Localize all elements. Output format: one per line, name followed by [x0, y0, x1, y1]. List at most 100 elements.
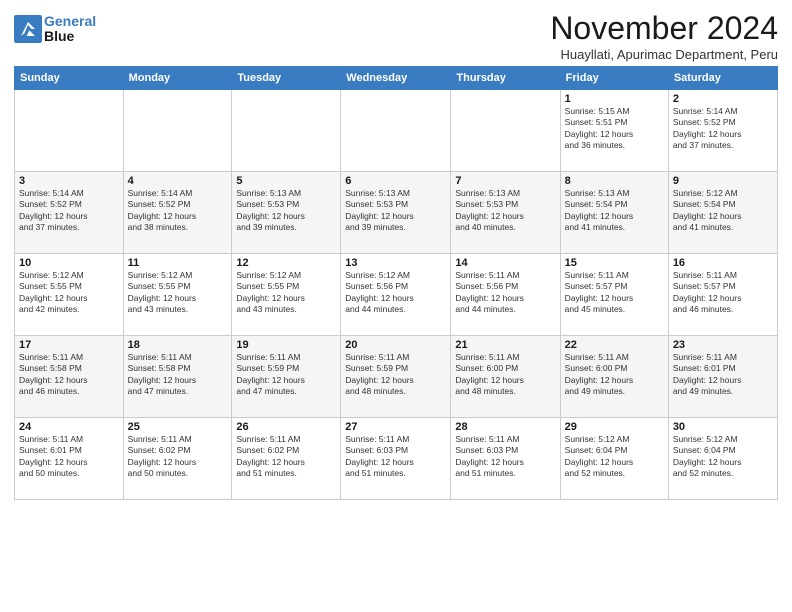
calendar-cell — [341, 90, 451, 172]
day-number: 16 — [673, 257, 773, 269]
calendar-cell: 11Sunrise: 5:12 AM Sunset: 5:55 PM Dayli… — [123, 254, 232, 336]
day-info: Sunrise: 5:13 AM Sunset: 5:53 PM Dayligh… — [236, 188, 336, 234]
calendar-cell: 10Sunrise: 5:12 AM Sunset: 5:55 PM Dayli… — [15, 254, 124, 336]
day-info: Sunrise: 5:11 AM Sunset: 5:58 PM Dayligh… — [19, 352, 119, 398]
day-info: Sunrise: 5:11 AM Sunset: 6:01 PM Dayligh… — [19, 434, 119, 480]
day-info: Sunrise: 5:12 AM Sunset: 6:04 PM Dayligh… — [565, 434, 664, 480]
day-number: 25 — [128, 421, 228, 433]
calendar-cell: 18Sunrise: 5:11 AM Sunset: 5:58 PM Dayli… — [123, 336, 232, 418]
calendar-cell: 28Sunrise: 5:11 AM Sunset: 6:03 PM Dayli… — [451, 418, 560, 500]
calendar-header-monday: Monday — [123, 67, 232, 90]
day-info: Sunrise: 5:11 AM Sunset: 5:59 PM Dayligh… — [236, 352, 336, 398]
day-number: 27 — [345, 421, 446, 433]
day-info: Sunrise: 5:11 AM Sunset: 5:58 PM Dayligh… — [128, 352, 228, 398]
calendar-header-wednesday: Wednesday — [341, 67, 451, 90]
day-number: 2 — [673, 93, 773, 105]
day-info: Sunrise: 5:11 AM Sunset: 5:56 PM Dayligh… — [455, 270, 555, 316]
day-info: Sunrise: 5:11 AM Sunset: 6:03 PM Dayligh… — [455, 434, 555, 480]
calendar-week-row: 3Sunrise: 5:14 AM Sunset: 5:52 PM Daylig… — [15, 172, 778, 254]
day-number: 10 — [19, 257, 119, 269]
day-info: Sunrise: 5:12 AM Sunset: 5:56 PM Dayligh… — [345, 270, 446, 316]
day-number: 23 — [673, 339, 773, 351]
calendar-cell: 3Sunrise: 5:14 AM Sunset: 5:52 PM Daylig… — [15, 172, 124, 254]
calendar-cell: 16Sunrise: 5:11 AM Sunset: 5:57 PM Dayli… — [668, 254, 777, 336]
calendar-cell: 1Sunrise: 5:15 AM Sunset: 5:51 PM Daylig… — [560, 90, 668, 172]
day-number: 21 — [455, 339, 555, 351]
day-number: 17 — [19, 339, 119, 351]
calendar-cell: 12Sunrise: 5:12 AM Sunset: 5:55 PM Dayli… — [232, 254, 341, 336]
day-number: 8 — [565, 175, 664, 187]
day-info: Sunrise: 5:11 AM Sunset: 6:00 PM Dayligh… — [565, 352, 664, 398]
day-number: 11 — [128, 257, 228, 269]
day-number: 3 — [19, 175, 119, 187]
calendar-cell: 24Sunrise: 5:11 AM Sunset: 6:01 PM Dayli… — [15, 418, 124, 500]
calendar-table: SundayMondayTuesdayWednesdayThursdayFrid… — [14, 66, 778, 500]
day-info: Sunrise: 5:14 AM Sunset: 5:52 PM Dayligh… — [673, 106, 773, 152]
calendar-cell — [123, 90, 232, 172]
day-number: 6 — [345, 175, 446, 187]
day-info: Sunrise: 5:14 AM Sunset: 5:52 PM Dayligh… — [19, 188, 119, 234]
day-number: 14 — [455, 257, 555, 269]
calendar-cell: 4Sunrise: 5:14 AM Sunset: 5:52 PM Daylig… — [123, 172, 232, 254]
day-info: Sunrise: 5:14 AM Sunset: 5:52 PM Dayligh… — [128, 188, 228, 234]
day-number: 4 — [128, 175, 228, 187]
day-number: 28 — [455, 421, 555, 433]
day-number: 12 — [236, 257, 336, 269]
day-number: 13 — [345, 257, 446, 269]
calendar-cell: 29Sunrise: 5:12 AM Sunset: 6:04 PM Dayli… — [560, 418, 668, 500]
calendar-cell: 6Sunrise: 5:13 AM Sunset: 5:53 PM Daylig… — [341, 172, 451, 254]
calendar-week-row: 24Sunrise: 5:11 AM Sunset: 6:01 PM Dayli… — [15, 418, 778, 500]
calendar-week-row: 17Sunrise: 5:11 AM Sunset: 5:58 PM Dayli… — [15, 336, 778, 418]
day-info: Sunrise: 5:12 AM Sunset: 5:54 PM Dayligh… — [673, 188, 773, 234]
day-info: Sunrise: 5:13 AM Sunset: 5:53 PM Dayligh… — [345, 188, 446, 234]
generalblue-logo-icon — [14, 15, 42, 43]
day-number: 5 — [236, 175, 336, 187]
calendar-cell: 19Sunrise: 5:11 AM Sunset: 5:59 PM Dayli… — [232, 336, 341, 418]
day-number: 1 — [565, 93, 664, 105]
calendar-cell: 20Sunrise: 5:11 AM Sunset: 5:59 PM Dayli… — [341, 336, 451, 418]
day-number: 15 — [565, 257, 664, 269]
calendar-cell: 7Sunrise: 5:13 AM Sunset: 5:53 PM Daylig… — [451, 172, 560, 254]
calendar-header-tuesday: Tuesday — [232, 67, 341, 90]
calendar-cell — [232, 90, 341, 172]
day-info: Sunrise: 5:12 AM Sunset: 5:55 PM Dayligh… — [128, 270, 228, 316]
calendar-cell: 8Sunrise: 5:13 AM Sunset: 5:54 PM Daylig… — [560, 172, 668, 254]
subtitle: Huayllati, Apurimac Department, Peru — [550, 47, 778, 62]
calendar-cell: 25Sunrise: 5:11 AM Sunset: 6:02 PM Dayli… — [123, 418, 232, 500]
day-number: 7 — [455, 175, 555, 187]
calendar-cell: 14Sunrise: 5:11 AM Sunset: 5:56 PM Dayli… — [451, 254, 560, 336]
calendar-cell: 17Sunrise: 5:11 AM Sunset: 5:58 PM Dayli… — [15, 336, 124, 418]
calendar-week-row: 1Sunrise: 5:15 AM Sunset: 5:51 PM Daylig… — [15, 90, 778, 172]
day-info: Sunrise: 5:12 AM Sunset: 5:55 PM Dayligh… — [236, 270, 336, 316]
calendar-cell: 9Sunrise: 5:12 AM Sunset: 5:54 PM Daylig… — [668, 172, 777, 254]
calendar-week-row: 10Sunrise: 5:12 AM Sunset: 5:55 PM Dayli… — [15, 254, 778, 336]
calendar-header-thursday: Thursday — [451, 67, 560, 90]
month-title: November 2024 — [550, 10, 778, 47]
calendar-cell: 30Sunrise: 5:12 AM Sunset: 6:04 PM Dayli… — [668, 418, 777, 500]
day-number: 24 — [19, 421, 119, 433]
day-number: 30 — [673, 421, 773, 433]
calendar-header-friday: Friday — [560, 67, 668, 90]
day-info: Sunrise: 5:11 AM Sunset: 6:02 PM Dayligh… — [128, 434, 228, 480]
calendar-cell: 27Sunrise: 5:11 AM Sunset: 6:03 PM Dayli… — [341, 418, 451, 500]
day-info: Sunrise: 5:11 AM Sunset: 6:03 PM Dayligh… — [345, 434, 446, 480]
calendar-cell: 13Sunrise: 5:12 AM Sunset: 5:56 PM Dayli… — [341, 254, 451, 336]
day-number: 9 — [673, 175, 773, 187]
logo-line1: General — [44, 14, 96, 29]
calendar-header-saturday: Saturday — [668, 67, 777, 90]
calendar-cell — [451, 90, 560, 172]
day-number: 19 — [236, 339, 336, 351]
day-info: Sunrise: 5:12 AM Sunset: 5:55 PM Dayligh… — [19, 270, 119, 316]
day-info: Sunrise: 5:11 AM Sunset: 5:57 PM Dayligh… — [565, 270, 664, 316]
day-number: 26 — [236, 421, 336, 433]
day-info: Sunrise: 5:11 AM Sunset: 6:01 PM Dayligh… — [673, 352, 773, 398]
day-info: Sunrise: 5:15 AM Sunset: 5:51 PM Dayligh… — [565, 106, 664, 152]
header: General Blue November 2024 Huayllati, Ap… — [14, 10, 778, 62]
day-info: Sunrise: 5:11 AM Sunset: 6:00 PM Dayligh… — [455, 352, 555, 398]
calendar-cell: 26Sunrise: 5:11 AM Sunset: 6:02 PM Dayli… — [232, 418, 341, 500]
calendar-header-sunday: Sunday — [15, 67, 124, 90]
calendar-cell — [15, 90, 124, 172]
page: General Blue November 2024 Huayllati, Ap… — [0, 0, 792, 510]
day-info: Sunrise: 5:13 AM Sunset: 5:54 PM Dayligh… — [565, 188, 664, 234]
calendar-cell: 15Sunrise: 5:11 AM Sunset: 5:57 PM Dayli… — [560, 254, 668, 336]
